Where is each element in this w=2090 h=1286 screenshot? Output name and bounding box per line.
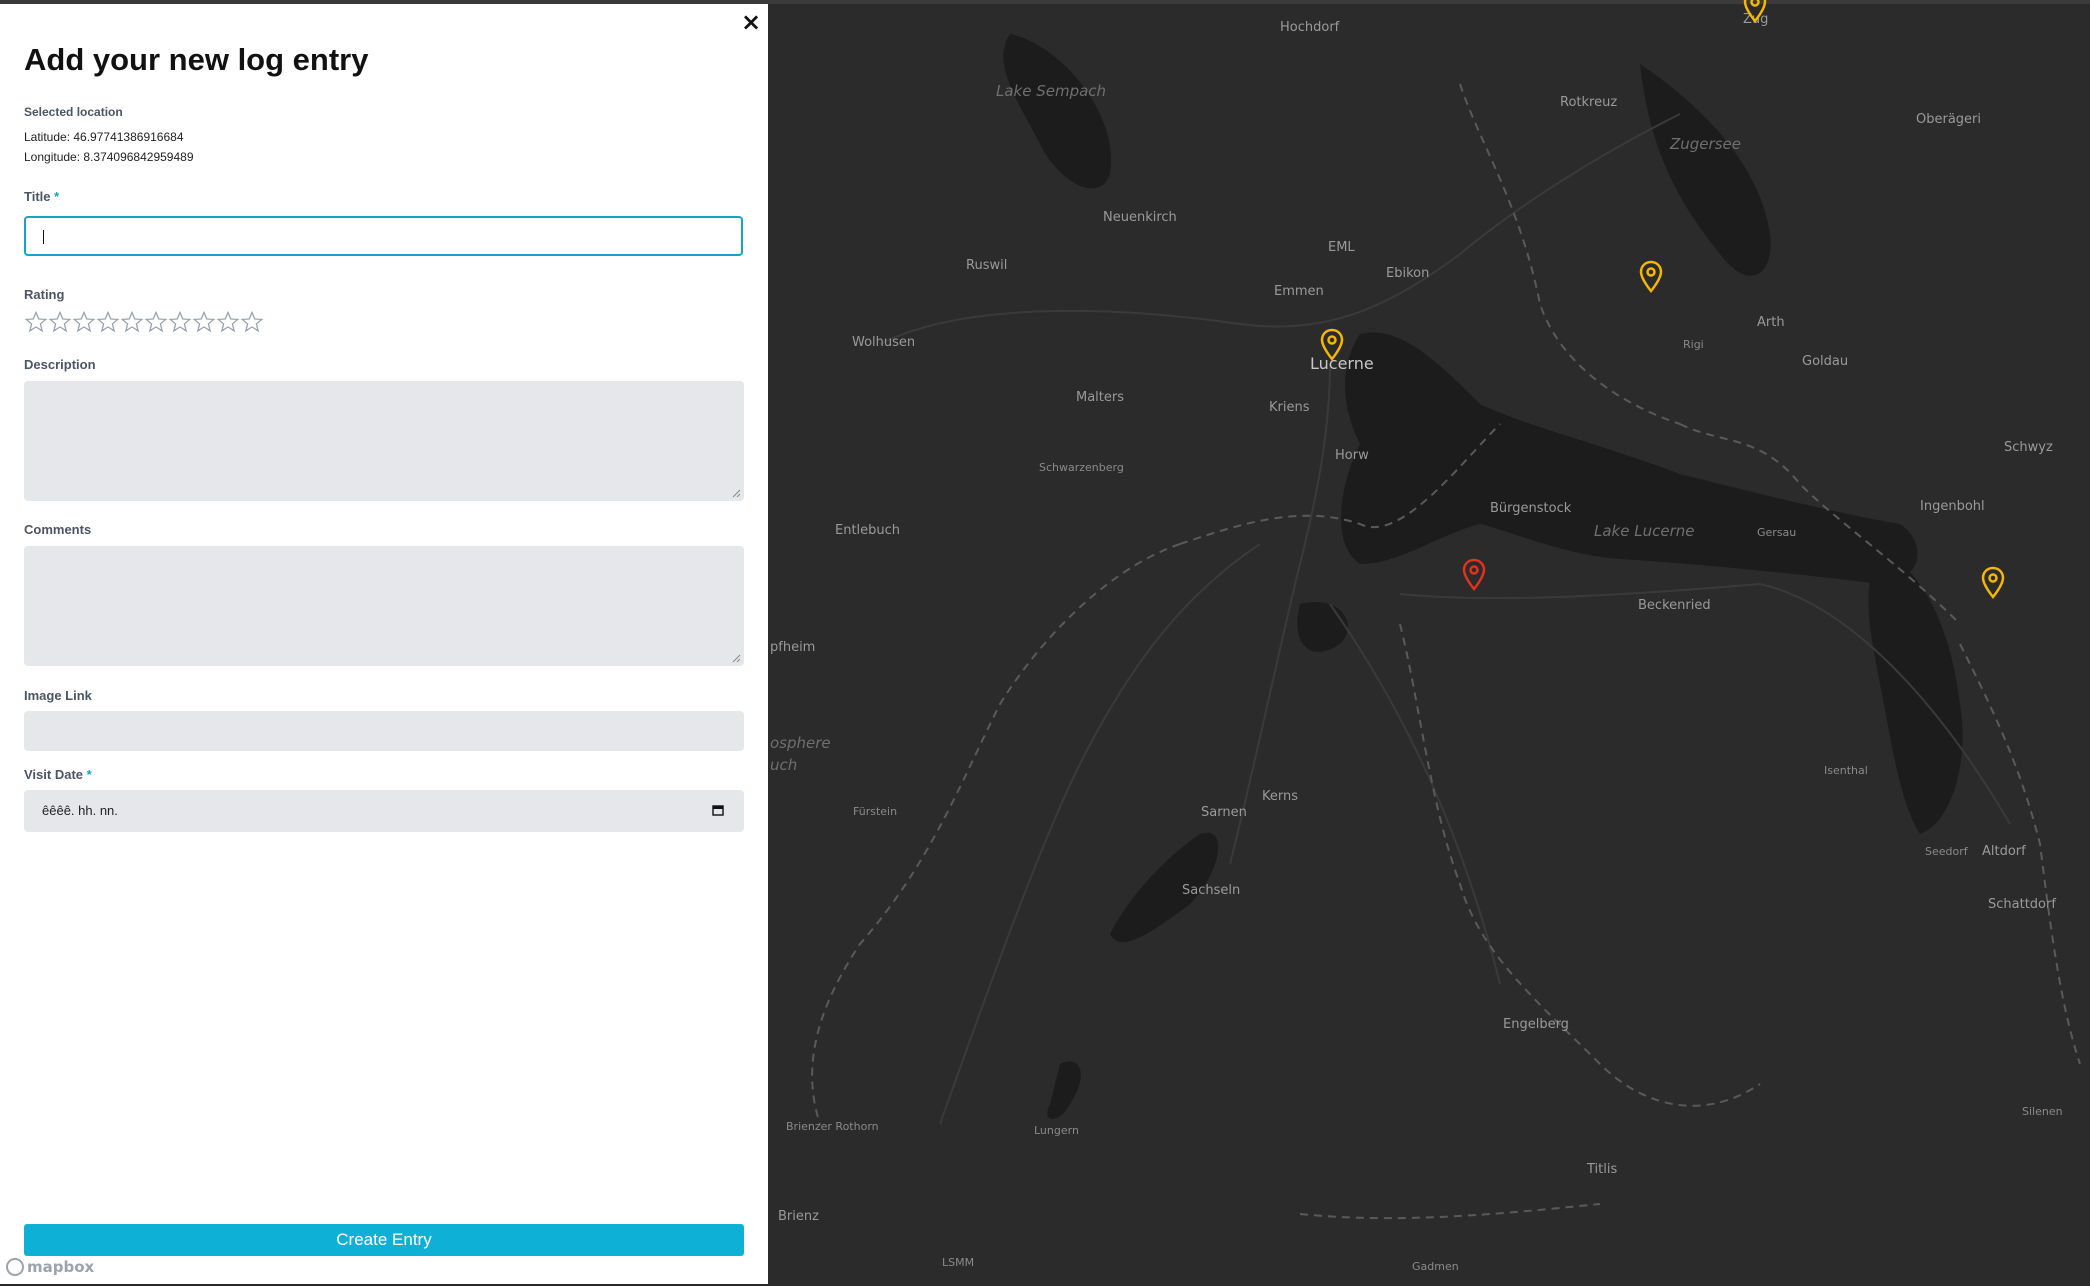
create-entry-button[interactable]: Create Entry (24, 1224, 744, 1256)
map-label: Ebikon (1386, 266, 1430, 281)
star-icon[interactable] (96, 310, 120, 334)
longitude-text: Longitude: 8.374096842959489 (24, 150, 194, 164)
map-label: Gadmen (1412, 1260, 1459, 1273)
visit-date-label: Visit Date * (24, 767, 92, 782)
log-entry-panel: × Add your new log entry Selected locati… (0, 4, 768, 1284)
map-label: Schattdorf (1988, 897, 2056, 912)
map-label: Arth (1757, 315, 1785, 330)
selected-location-pin-icon[interactable] (1461, 558, 1487, 592)
map-label: Wolhusen (852, 335, 916, 350)
visit-date-label-text: Visit Date (24, 767, 84, 782)
map-label: EML (1328, 240, 1355, 255)
map-label: Emmen (1274, 284, 1324, 299)
map-label: Kriens (1269, 400, 1310, 415)
map-label: Sarnen (1201, 805, 1247, 820)
map-label: Engelberg (1503, 1017, 1569, 1032)
selected-location-label: Selected location (24, 105, 123, 119)
map-label: Lungern (1034, 1124, 1079, 1137)
resize-handle-icon[interactable] (731, 488, 741, 498)
map-label: Gersau (1757, 526, 1797, 539)
map-label: Horw (1335, 448, 1369, 463)
title-label: Title * (24, 189, 59, 204)
mapbox-logo-icon (6, 1258, 24, 1276)
map-label: Neuenkirch (1103, 210, 1177, 225)
visit-date-input[interactable]: êêêê. hh. nn. (24, 790, 744, 832)
latitude-text: Latitude: 46.97741386916684 (24, 130, 184, 144)
image-link-input[interactable] (24, 711, 744, 751)
map-label: Titlis (1587, 1162, 1618, 1177)
map-label: Bürgenstock (1490, 501, 1572, 516)
visit-date-placeholder: êêêê. hh. nn. (42, 803, 118, 818)
map-label: Lake Lucerne (1594, 522, 1695, 540)
star-icon[interactable] (168, 310, 192, 334)
map-label: Beckenried (1638, 598, 1711, 613)
required-mark: * (54, 189, 60, 204)
map-label: pfheim (770, 640, 816, 655)
map-label: Sachseln (1182, 883, 1241, 898)
map-label: Oberägeri (1916, 112, 1981, 127)
map-label: Ruswil (966, 258, 1008, 273)
title-input[interactable] (24, 216, 743, 256)
star-icon[interactable] (120, 310, 144, 334)
rating-label: Rating (24, 287, 65, 302)
map-label: Silenen (2022, 1105, 2063, 1118)
map-label: Seedorf (1925, 845, 1968, 858)
map-label: Schwyz (2004, 440, 2053, 455)
star-icon[interactable] (144, 310, 168, 334)
map-pin-icon[interactable] (1980, 566, 2006, 600)
resize-handle-icon[interactable] (731, 653, 741, 663)
map-pin-icon[interactable] (1742, 0, 1768, 24)
map-label: Schwarzenberg (1039, 461, 1124, 474)
map-label: Isenthal (1824, 764, 1868, 777)
map-label: Rigi (1683, 338, 1704, 351)
map-label: Entlebuch (835, 523, 901, 538)
map-label: Altdorf (1982, 844, 2026, 859)
description-textarea[interactable] (24, 381, 744, 501)
map-label: osphere (770, 734, 831, 752)
map-label: Lake Sempach (996, 82, 1107, 100)
page-title: Add your new log entry (24, 42, 369, 77)
map-pin-icon[interactable] (1638, 260, 1664, 294)
title-label-text: Title (24, 189, 51, 204)
map-label: Brienz (778, 1209, 819, 1224)
map-label: Malters (1076, 390, 1125, 405)
map-pin-icon[interactable] (1319, 328, 1345, 362)
map-label: Fürstein (853, 805, 898, 818)
image-link-label: Image Link (24, 688, 92, 703)
star-icon[interactable] (192, 310, 216, 334)
rating-stars[interactable] (24, 310, 264, 334)
star-icon[interactable] (24, 310, 48, 334)
map-label: Brienzer Rothorn (786, 1120, 879, 1133)
map-label: Kerns (1262, 789, 1299, 804)
mapbox-logo-text: mapbox (27, 1258, 95, 1276)
map-label: Zugersee (1670, 135, 1741, 153)
map-label: LSMM (942, 1256, 975, 1269)
mapbox-logo[interactable]: mapbox (6, 1257, 94, 1277)
description-label: Description (24, 357, 96, 372)
comments-textarea[interactable] (24, 546, 744, 666)
map-label: Ingenbohl (1920, 499, 1985, 514)
text-caret (43, 230, 44, 244)
star-icon[interactable] (48, 310, 72, 334)
star-icon[interactable] (216, 310, 240, 334)
close-icon[interactable]: × (740, 10, 762, 34)
comments-label: Comments (24, 522, 92, 537)
map-label: Goldau (1802, 354, 1849, 369)
star-icon[interactable] (240, 310, 264, 334)
map-label: Rotkreuz (1560, 95, 1618, 110)
star-icon[interactable] (72, 310, 96, 334)
map-label: uch (770, 756, 798, 774)
required-mark: * (86, 767, 92, 782)
calendar-icon[interactable] (712, 804, 724, 816)
map-label: Hochdorf (1280, 20, 1340, 35)
